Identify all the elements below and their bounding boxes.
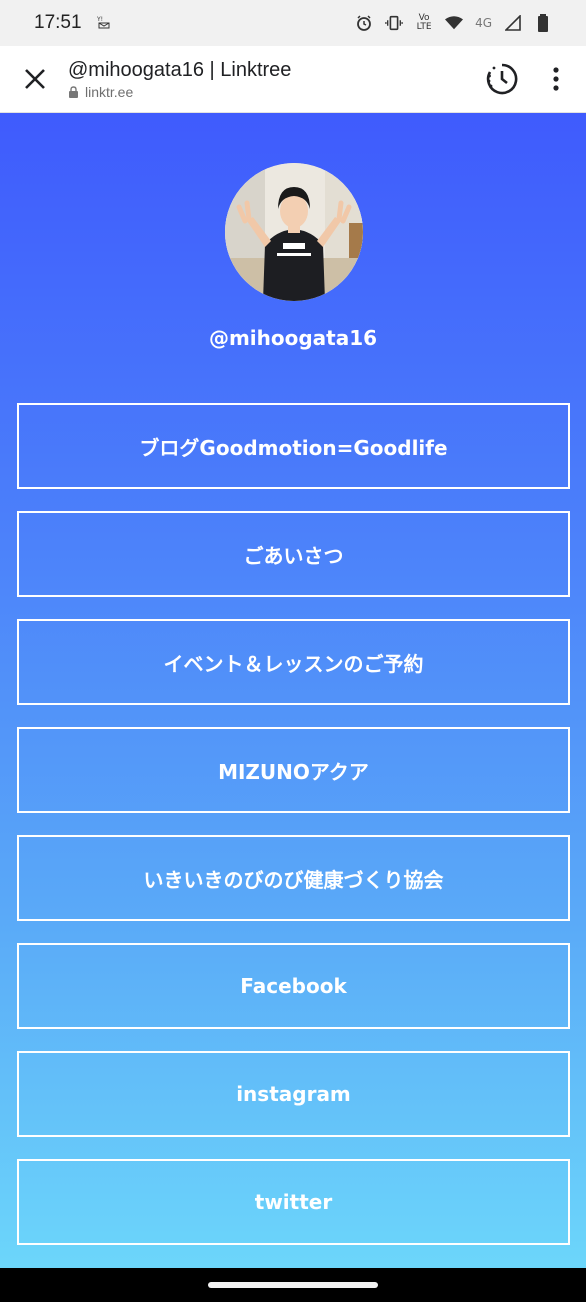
link-button-mizuno-aqua[interactable]: MIZUNOアクア [17, 727, 570, 813]
avatar [225, 163, 363, 301]
more-menu-button[interactable] [544, 59, 568, 99]
close-icon [25, 69, 45, 89]
profile-handle: @mihoogata16 [208, 326, 378, 350]
link-button-reservation[interactable]: イベント＆レッスンのご予約 [17, 619, 570, 705]
alarm-icon [355, 14, 373, 32]
page-title: @mihoogata16 | Linktree [68, 59, 292, 81]
links-list: ブログGoodmotion=Goodlife ごあいさつ イベント＆レッスンのご… [17, 403, 570, 1267]
link-button-blog[interactable]: ブログGoodmotion=Goodlife [17, 403, 570, 489]
wifi-icon [445, 14, 464, 32]
title-block: @mihoogata16 | Linktree linktr.ee [68, 58, 482, 100]
yahoo-mail-icon: Y! [96, 15, 112, 32]
link-button-health-association[interactable]: いきいきのびのび健康づくり協会 [17, 835, 570, 921]
history-button[interactable] [482, 59, 522, 99]
page-url: linktr.ee [85, 84, 134, 100]
status-bar: 17:51 Y! Vo LTE 4G [0, 0, 586, 46]
vibrate-icon [385, 14, 403, 32]
status-time: 17:51 [34, 12, 82, 33]
link-button-instagram[interactable]: instagram [17, 1051, 570, 1137]
url-row: linktr.ee [68, 84, 482, 100]
home-gesture-bar[interactable] [208, 1282, 378, 1288]
status-right: Vo LTE 4G [355, 14, 552, 32]
battery-icon [534, 14, 552, 32]
link-button-twitter[interactable]: twitter [17, 1159, 570, 1245]
svg-text:Y!: Y! [96, 16, 103, 23]
history-icon [486, 63, 518, 95]
signal-icon [504, 14, 522, 32]
more-vert-icon [553, 67, 559, 91]
link-button-greeting[interactable]: ごあいさつ [17, 511, 570, 597]
lock-icon [69, 86, 78, 98]
network-type: 4G [475, 16, 492, 30]
close-button[interactable] [18, 62, 52, 96]
link-button-facebook[interactable]: Facebook [17, 943, 570, 1029]
system-nav-bar [0, 1268, 586, 1302]
custom-tab-toolbar: @mihoogata16 | Linktree linktr.ee [0, 46, 586, 113]
status-left: 17:51 Y! [34, 12, 112, 34]
linktree-page: @mihoogata16 ブログGoodmotion=Goodlife ごあいさ… [0, 113, 586, 1268]
volte-icon: Vo LTE [416, 13, 432, 32]
